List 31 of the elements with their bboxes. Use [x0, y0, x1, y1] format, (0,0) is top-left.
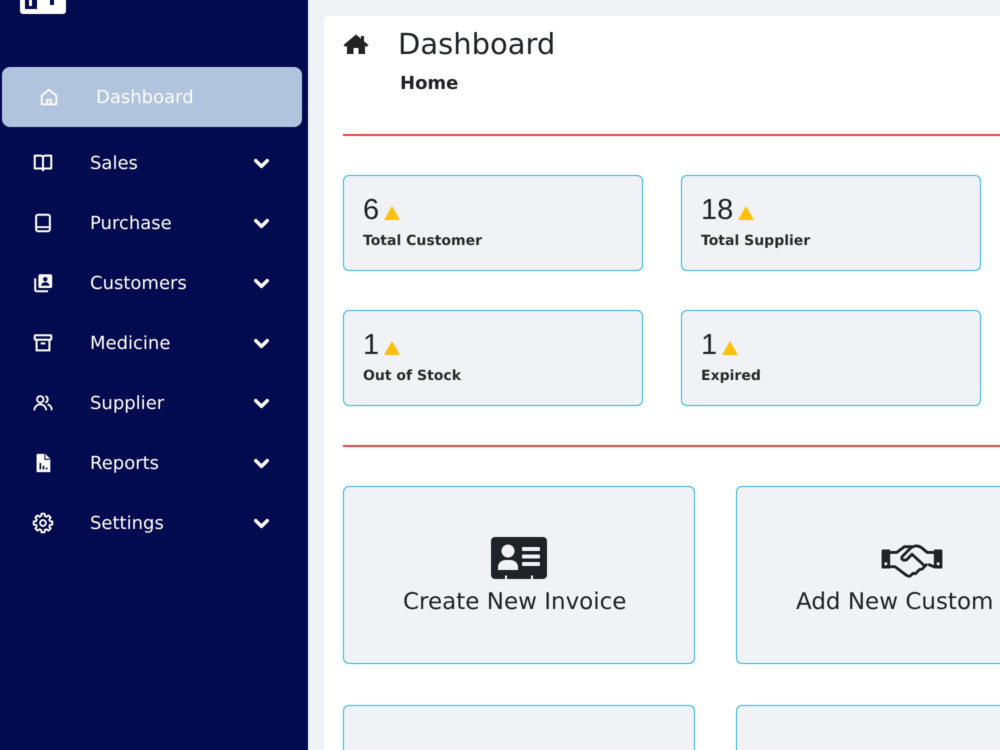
sidebar-item[interactable]: Purchase — [2, 193, 302, 253]
id-card-icon — [491, 537, 547, 579]
sidebar-item[interactable]: Medicine — [2, 313, 302, 373]
stat-value: 1 — [363, 328, 380, 362]
sidebar-item[interactable]: Customers — [2, 253, 302, 313]
sidebar-item[interactable]: Sales — [2, 133, 302, 193]
settings-icon — [32, 512, 54, 534]
archive-box-icon — [32, 332, 54, 354]
book-icon — [32, 212, 54, 234]
home-icon — [343, 33, 369, 55]
action-tile[interactable]: Create New Invoice — [343, 486, 695, 664]
stat-value: 18 — [701, 193, 734, 227]
triangle-icon — [738, 206, 754, 220]
home-icon — [38, 86, 60, 108]
stat-label: Total Supplier — [701, 232, 810, 251]
sidebar-item[interactable]: Settings — [2, 493, 302, 553]
sidebar-item[interactable]: Supplier — [2, 373, 302, 433]
stat-value: 1 — [701, 328, 718, 362]
sidebar-item[interactable]: Reports — [2, 433, 302, 493]
contact-card-icon — [32, 272, 54, 294]
triangle-icon — [384, 341, 400, 355]
triangle-icon — [722, 341, 738, 355]
page-title: Dashboard — [398, 26, 556, 62]
stat-label: Expired — [701, 367, 761, 386]
triangle-icon — [384, 206, 400, 220]
stat-label: Total Customer — [363, 232, 482, 251]
breadcrumb: Home — [400, 72, 458, 96]
stat-value: 6 — [363, 193, 380, 227]
action-tile[interactable]: Add New Custom — [736, 486, 1000, 664]
stat-label: Out of Stock — [363, 367, 462, 386]
open-book-icon — [32, 152, 54, 174]
